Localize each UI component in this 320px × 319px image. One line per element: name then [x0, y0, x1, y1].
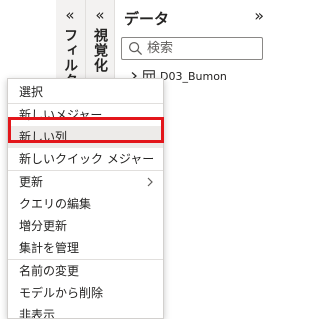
menu-item-refresh[interactable]: 更新: [8, 171, 163, 193]
chevron-right-icon: [147, 177, 153, 187]
search-input[interactable]: [147, 40, 257, 56]
menu-item-new-quick-measure[interactable]: 新しいクイック メジャー: [8, 148, 163, 170]
data-pane-expand-button[interactable]: »: [254, 7, 264, 25]
filters-collapse-button[interactable]: «: [59, 5, 81, 25]
menu-item-incremental-refresh[interactable]: 増分更新: [8, 215, 163, 237]
menu-item-refresh-label: 更新: [19, 175, 44, 189]
menu-item-rename[interactable]: 名前の変更: [8, 260, 163, 282]
context-menu: 選択 新しいメジャー 新しい列 新しいクイック メジャー 更新 クエリの編集 増…: [7, 78, 164, 319]
menu-item-edit-query[interactable]: クエリの編集: [8, 193, 163, 215]
menu-item-delete-from-model[interactable]: モデルから削除: [8, 282, 163, 304]
search-icon: [128, 41, 143, 56]
menu-item-new-measure[interactable]: 新しいメジャー: [8, 104, 163, 126]
data-search-box[interactable]: [121, 37, 263, 60]
menu-item-new-column[interactable]: 新しい列: [8, 126, 163, 148]
menu-item-manage-aggregations[interactable]: 集計を管理: [8, 237, 163, 259]
table-name: D03_Bumon: [160, 69, 227, 83]
menu-item-select[interactable]: 選択: [8, 81, 163, 103]
visualizations-collapse-button[interactable]: «: [89, 5, 111, 25]
visualizations-pane-title: 視覚化: [92, 28, 108, 73]
data-pane-title: データ: [124, 10, 170, 28]
